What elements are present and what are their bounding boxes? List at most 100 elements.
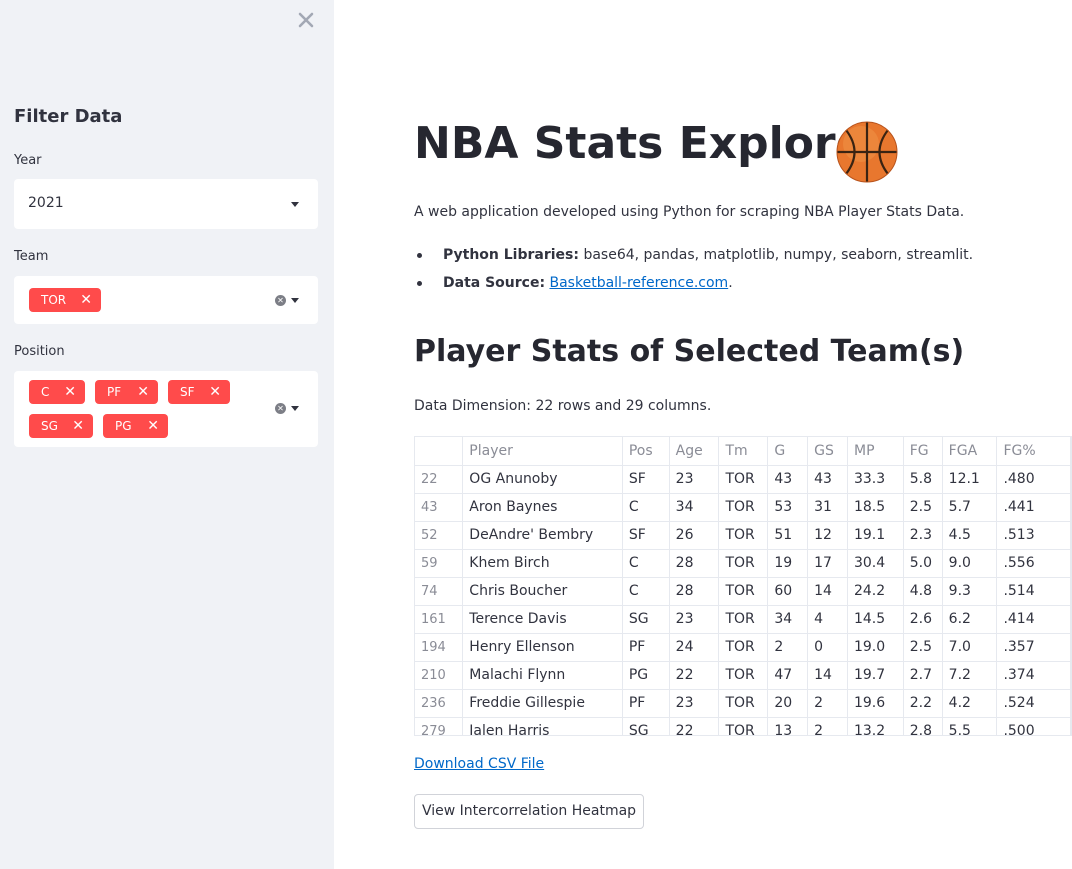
- table-cell: 4: [807, 605, 848, 634]
- chevron-down-icon[interactable]: [291, 406, 299, 411]
- close-sidebar-button[interactable]: [296, 10, 316, 30]
- table-cell: TOR: [718, 689, 769, 718]
- table-row[interactable]: 161 Terence Davis SG 23 TOR 34 4 14.5 2.6 6.2.414: [415, 605, 1071, 634]
- position-tag-label: C: [41, 385, 50, 399]
- table-row[interactable]: 52 DeAndre' Bembry SF 26 TOR 51 12 19.1 2.3 4.5.5…: [415, 521, 1071, 550]
- table-cell: Aron Baynes: [462, 493, 623, 522]
- column-header[interactable]: FG%: [996, 437, 1071, 466]
- row-index: 279: [415, 717, 464, 735]
- clear-icon[interactable]: ✕: [275, 403, 286, 414]
- list-item: Data Source: Basketball-reference.com.: [414, 273, 973, 301]
- remove-tag-icon[interactable]: ✕: [72, 414, 84, 438]
- table-cell: 34: [669, 493, 720, 522]
- remove-tag-icon[interactable]: ✕: [147, 414, 159, 438]
- team-tag-label: TOR: [41, 293, 67, 307]
- table-cell: .374: [996, 661, 1071, 690]
- position-tag-label: PG: [115, 419, 132, 433]
- table-cell: 13: [767, 717, 809, 735]
- table-cell: 2.3: [903, 521, 943, 550]
- position-tag: C ✕: [29, 380, 85, 404]
- bullet-text: base64, pandas, matplotlib, numpy, seabo…: [579, 247, 974, 263]
- table-header-row: Player Pos Age Tm G GS MP FG FGA FG%: [415, 437, 1071, 466]
- table-row[interactable]: 194 Henry Ellenson PF 24 TOR 2 0 19.0 2.5 7.0.357: [415, 633, 1071, 662]
- table-cell: 60: [767, 577, 809, 606]
- table-cell: SF: [622, 521, 670, 550]
- table-cell: 5.5: [942, 717, 998, 735]
- table-cell: Jalen Harris: [462, 717, 623, 735]
- table-cell: .500: [996, 717, 1071, 735]
- year-value: 2021: [28, 195, 64, 211]
- column-header[interactable]: Pos: [622, 437, 670, 466]
- table-cell: 24: [669, 633, 720, 662]
- bullet-label: Data Source:: [443, 275, 546, 291]
- table-row[interactable]: 74 Chris Boucher C 28 TOR 60 14 24.2 4.8 9.3.514: [415, 577, 1071, 606]
- data-dimension-text: Data Dimension: 22 rows and 29 columns.: [414, 398, 712, 414]
- table-cell: 19.7: [847, 661, 904, 690]
- table-cell: OG Anunoby: [462, 465, 623, 494]
- table-row[interactable]: 279 Jalen Harris SG 22 TOR 13 2 13.2 2.8 5.5.500: [415, 717, 1071, 735]
- team-multiselect[interactable]: TOR ✕ ✕: [14, 276, 318, 324]
- bullet-text: .: [728, 275, 733, 291]
- table-cell: Terence Davis: [462, 605, 623, 634]
- table-cell: 47: [767, 661, 809, 690]
- table-cell: .524: [996, 689, 1071, 718]
- column-header[interactable]: GS: [807, 437, 848, 466]
- position-tag: SG ✕: [29, 414, 93, 438]
- stats-table[interactable]: Player Pos Age Tm G GS MP FG FGA FG% 22 O…: [414, 436, 1072, 736]
- position-multiselect[interactable]: C ✕ PF ✕ SF ✕ SG ✕ PG ✕ ✕: [14, 371, 318, 447]
- info-list: Python Libraries: base64, pandas, matplo…: [414, 245, 973, 301]
- column-header[interactable]: FGA: [942, 437, 998, 466]
- table-row[interactable]: 43 Aron Baynes C 34 TOR 53 31 18.5 2.5 5.7.441: [415, 493, 1071, 522]
- remove-tag-icon[interactable]: ✕: [64, 380, 76, 404]
- column-header[interactable]: MP: [847, 437, 904, 466]
- row-index: 43: [415, 493, 464, 522]
- table-cell: Malachi Flynn: [462, 661, 623, 690]
- table-cell: TOR: [718, 717, 769, 735]
- row-index: 161: [415, 605, 464, 634]
- chevron-down-icon[interactable]: [291, 202, 299, 207]
- list-item: Python Libraries: base64, pandas, matplo…: [414, 245, 973, 273]
- view-heatmap-button[interactable]: View Intercorrelation Heatmap: [414, 794, 644, 829]
- table-cell: Freddie Gillespie: [462, 689, 623, 718]
- position-tag: SF ✕: [168, 380, 230, 404]
- table-cell: 51: [767, 521, 809, 550]
- position-tag: PG ✕: [103, 414, 168, 438]
- table-cell: 28: [669, 549, 720, 578]
- chevron-down-icon[interactable]: [291, 298, 299, 303]
- table-cell: PF: [622, 689, 670, 718]
- clear-icon[interactable]: ✕: [275, 295, 286, 306]
- remove-tag-icon[interactable]: ✕: [80, 288, 92, 312]
- table-cell: TOR: [718, 577, 769, 606]
- table-row[interactable]: 210 Malachi Flynn PG 22 TOR 47 14 19.7 2.7 7.2.37…: [415, 661, 1071, 690]
- table-cell: 4.8: [903, 577, 943, 606]
- table-cell: C: [622, 577, 670, 606]
- column-header[interactable]: Player: [462, 437, 623, 466]
- remove-tag-icon[interactable]: ✕: [137, 380, 149, 404]
- column-header[interactable]: Tm: [718, 437, 769, 466]
- team-tag: TOR ✕: [29, 288, 101, 312]
- table-row[interactable]: 59 Khem Birch C 28 TOR 19 17 30.4 5.0 9.0.556: [415, 549, 1071, 578]
- year-select[interactable]: 2021: [14, 179, 318, 229]
- column-header[interactable]: G: [767, 437, 809, 466]
- column-header[interactable]: FG: [903, 437, 943, 466]
- table-row[interactable]: 236 Freddie Gillespie PF 23 TOR 20 2 19.6 2.2 4.2…: [415, 689, 1071, 718]
- data-source-link[interactable]: Basketball-reference.com: [550, 275, 729, 291]
- table-cell: 17: [807, 549, 848, 578]
- table-row[interactable]: 22 OG Anunoby SF 23 TOR 43 43 33.3 5.8 12.1.480: [415, 465, 1071, 494]
- position-tag-label: SF: [180, 385, 195, 399]
- row-index: 194: [415, 633, 464, 662]
- sidebar-title: Filter Data: [14, 106, 123, 127]
- column-header[interactable]: Age: [669, 437, 720, 466]
- row-index: 59: [415, 549, 464, 578]
- sidebar: Filter Data Year 2021 Team TOR ✕ ✕ Posit…: [0, 0, 334, 869]
- column-header[interactable]: [415, 437, 464, 466]
- table-cell: 14.5: [847, 605, 904, 634]
- table-cell: 6.2: [942, 605, 998, 634]
- table-cell: 14: [807, 661, 848, 690]
- table-cell: 5.0: [903, 549, 943, 578]
- table-cell: SG: [622, 717, 670, 735]
- remove-tag-icon[interactable]: ✕: [209, 380, 221, 404]
- table-cell: 19.1: [847, 521, 904, 550]
- download-csv-link[interactable]: Download CSV File: [414, 756, 544, 772]
- table-cell: 23: [669, 605, 720, 634]
